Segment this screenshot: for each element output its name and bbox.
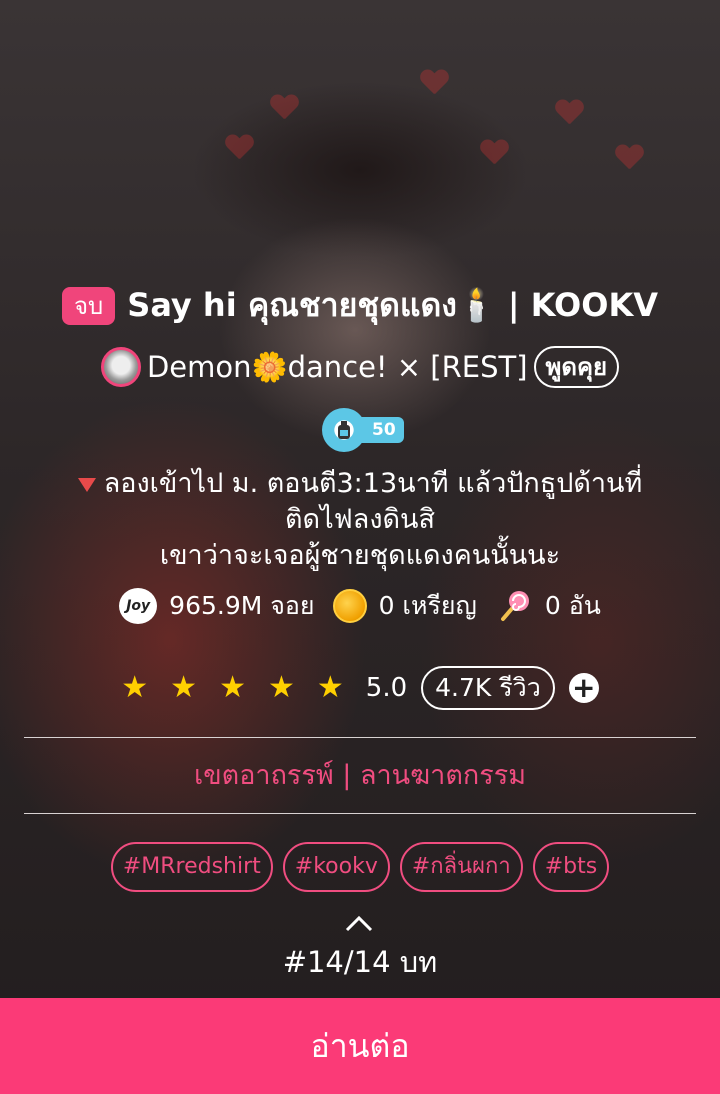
- star-icon: ★: [316, 670, 344, 705]
- reviews-button[interactable]: 4.7K รีวิว: [421, 666, 555, 710]
- rating-row: ★ ★ ★ ★ ★ 5.0 4.7K รีวิว +: [0, 666, 720, 710]
- description-line: ลองเข้าไป ม. ตอนตี3:13นาที แล้วปักธูปด้า…: [30, 466, 690, 502]
- description-line: เขาว่าจะเจอผู้ชายชุดแดงคนนั้นนะ: [159, 540, 561, 571]
- story-detail: จบ Say hi คุณชายชุดแดง🕯️ | KOOKV Demon🌼d…: [0, 0, 720, 1094]
- tag-chip[interactable]: #bts: [532, 842, 610, 892]
- coin-stat: 0 เหรียญ: [332, 586, 477, 626]
- joy-bubble-icon: Joy: [119, 588, 158, 624]
- avatar[interactable]: [100, 347, 141, 387]
- description-text: ลองเข้าไป ม. ตอนตี3:13นาที แล้วปักธูปด้า…: [103, 468, 643, 499]
- coin-icon: [332, 589, 367, 623]
- author-row[interactable]: Demon🌼dance! × [REST] พูดคุย: [0, 346, 720, 388]
- star-icon: ★: [170, 670, 198, 705]
- story-title: Say hi คุณชายชุดแดง🕯️ | KOOKV: [127, 286, 659, 324]
- candy-stat: 0 อัน: [495, 586, 601, 626]
- divider: [24, 813, 696, 814]
- joy-stat: Joy 965.9M จอย: [119, 586, 315, 626]
- star-icon: ★: [219, 670, 246, 705]
- star-icon: ★: [121, 670, 149, 705]
- stats-row: Joy 965.9M จอย 0 เหรียญ 0 อัน: [0, 586, 720, 626]
- category-link[interactable]: เขตอาถรรพ์ | ลานฆาตกรรม: [0, 756, 720, 796]
- joy-count: 965.9M จอย: [169, 591, 315, 620]
- author-name[interactable]: Demon🌼dance! × [REST]: [147, 350, 528, 385]
- star-rating: ★ ★ ★ ★ ★: [121, 673, 344, 703]
- level-badge: 50: [322, 408, 404, 452]
- tag-chip[interactable]: #กลิ่นผกา: [399, 842, 523, 892]
- description-line: ติดไฟลงดินสิ: [285, 504, 435, 535]
- tags-row: #MRredshirt #kookv #กลิ่นผกา #bts: [0, 842, 720, 892]
- coin-count: 0 เหรียญ: [378, 591, 477, 620]
- status-badge: จบ: [61, 286, 116, 325]
- plus-circle-icon[interactable]: +: [568, 673, 599, 703]
- divider: [24, 737, 696, 738]
- chevron-up-icon[interactable]: [344, 910, 374, 940]
- candy-count: 0 อัน: [544, 591, 601, 620]
- chapter-count: #14/14 บท: [282, 945, 438, 979]
- triangle-icon: [77, 477, 96, 492]
- bottle-icon: [322, 408, 366, 452]
- rating-value: 5.0: [365, 673, 408, 703]
- title-row: จบ Say hi คุณชายชุดแดง🕯️ | KOOKV: [0, 280, 720, 331]
- chat-button[interactable]: พูดคุย: [533, 346, 620, 388]
- star-icon: ★: [267, 670, 295, 705]
- tag-chip[interactable]: #kookv: [282, 842, 390, 892]
- tag-chip[interactable]: #MRredshirt: [110, 842, 273, 892]
- continue-reading-button[interactable]: อ่านต่อ: [0, 998, 720, 1094]
- lollipop-icon: [500, 591, 529, 621]
- story-description: ลองเข้าไป ม. ตอนตี3:13นาที แล้วปักธูปด้า…: [30, 466, 690, 574]
